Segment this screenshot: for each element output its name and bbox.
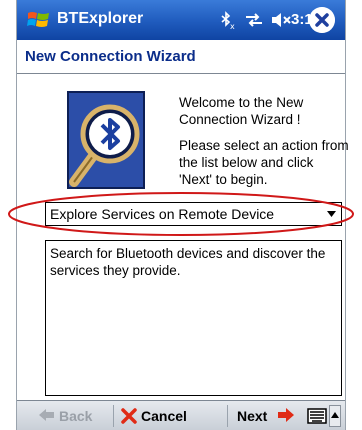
bluetooth-status-icon[interactable]: x xyxy=(217,10,237,30)
cancel-x-icon xyxy=(121,408,137,424)
highlight-oval xyxy=(8,192,354,236)
close-icon[interactable] xyxy=(309,7,335,33)
welcome-text: Welcome to the New Connection Wizard ! xyxy=(179,95,304,127)
instruction-text: Please select an action from the list be… xyxy=(179,138,349,187)
page-title: New Connection Wizard xyxy=(17,40,345,74)
cancel-button[interactable]: Cancel xyxy=(111,401,221,430)
command-bar: Back Cancel Next xyxy=(17,400,345,430)
app-title: BTExplorer xyxy=(57,10,144,27)
windows-start-icon[interactable] xyxy=(26,8,52,32)
volume-icon[interactable] xyxy=(270,10,292,30)
keyboard-icon[interactable] xyxy=(307,407,327,425)
back-label: Back xyxy=(59,408,93,424)
next-label: Next xyxy=(237,408,268,424)
next-button[interactable]: Next xyxy=(227,401,307,430)
next-arrow-icon xyxy=(278,408,294,422)
title-bar: BTExplorer x 3:18 xyxy=(17,0,345,40)
back-button[interactable]: Back xyxy=(21,401,109,430)
description-box: Search for Bluetooth devices and discove… xyxy=(45,240,342,396)
cancel-label: Cancel xyxy=(141,408,187,424)
sync-icon[interactable] xyxy=(243,10,265,30)
bluetooth-search-icon xyxy=(67,91,145,189)
svg-text:x: x xyxy=(230,22,235,30)
back-arrow-icon xyxy=(39,409,54,421)
input-panel-arrow-icon[interactable] xyxy=(329,405,341,427)
